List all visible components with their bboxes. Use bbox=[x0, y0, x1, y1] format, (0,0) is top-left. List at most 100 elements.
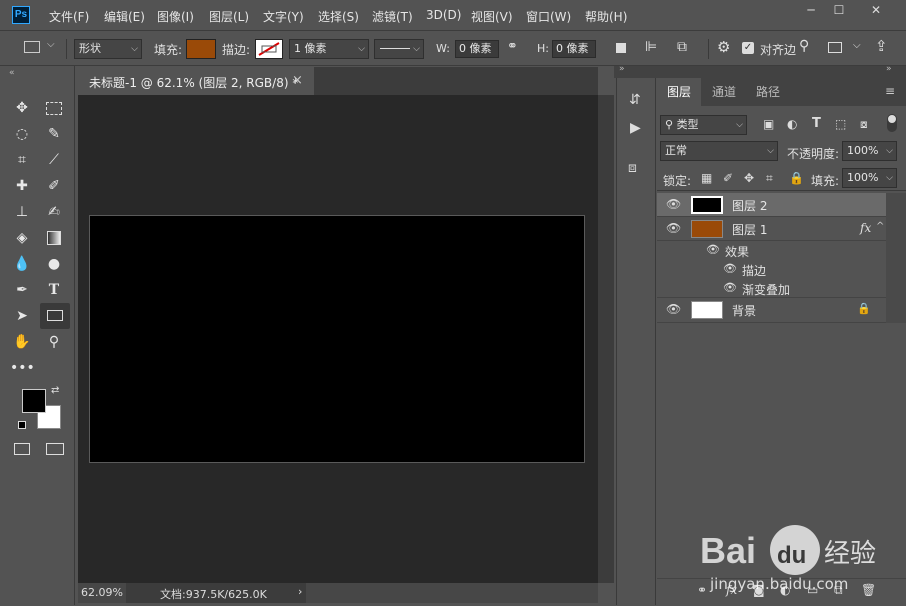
eye-icon[interactable]: 👁 bbox=[723, 262, 737, 275]
chevron-down-icon[interactable]: ⌵ bbox=[47, 39, 55, 50]
fill-field[interactable]: 100% ⌵ bbox=[842, 168, 897, 188]
document-tab[interactable]: 未标题-1 @ 62.1% (图层 2, RGB/8) * × bbox=[78, 67, 314, 95]
menu-layer[interactable]: 图层(L) bbox=[209, 8, 249, 25]
tab-layers[interactable]: 图层 bbox=[657, 78, 701, 106]
lock-image-icon[interactable]: ✐ bbox=[723, 171, 733, 185]
history-icon[interactable]: ⇵ bbox=[629, 92, 641, 108]
minimize-button[interactable]: ─ bbox=[797, 1, 825, 19]
blend-mode-dropdown[interactable]: 正常 ⌵ bbox=[660, 141, 778, 161]
path-arrangement-icon[interactable]: ⧉ bbox=[677, 39, 687, 55]
fill-color-swatch[interactable] bbox=[186, 39, 216, 59]
stroke-type-dropdown[interactable]: ⌵ bbox=[374, 39, 424, 59]
menu-image[interactable]: 图像(I) bbox=[157, 8, 194, 25]
fx-badge[interactable]: fx bbox=[860, 221, 871, 235]
marquee-tool-icon[interactable] bbox=[42, 97, 66, 119]
close-window-button[interactable]: ✕ bbox=[862, 1, 890, 19]
filter-toggle[interactable] bbox=[887, 114, 897, 132]
swap-colors-icon[interactable]: ⇄ bbox=[51, 385, 59, 396]
layer-row-layer1[interactable]: 👁 图层 1 fx ^ bbox=[657, 217, 886, 241]
shape-mode-dropdown[interactable]: 形状 ⌵ bbox=[74, 39, 142, 59]
dodge-tool-icon[interactable]: ● bbox=[42, 253, 66, 275]
default-colors-icon[interactable] bbox=[18, 421, 26, 429]
link-icon[interactable]: ⚭ bbox=[507, 39, 518, 54]
menu-select[interactable]: 选择(S) bbox=[318, 8, 359, 25]
chevron-down-icon[interactable]: ⌵ bbox=[853, 40, 861, 51]
3d-icon[interactable]: ⧈ bbox=[628, 160, 637, 176]
eyedropper-tool-icon[interactable]: ⟋ bbox=[42, 149, 66, 171]
filter-shape-icon[interactable]: ⬚ bbox=[835, 117, 846, 131]
eye-icon[interactable]: 👁 bbox=[666, 221, 681, 235]
vertical-scrollbar[interactable] bbox=[598, 95, 614, 583]
eraser-tool-icon[interactable]: ◈ bbox=[10, 227, 34, 249]
pen-tool-icon[interactable]: ✒ bbox=[10, 279, 34, 301]
brush-tool-icon[interactable]: ✐ bbox=[42, 175, 66, 197]
share-icon[interactable]: ⇪ bbox=[875, 37, 888, 55]
effect-gradient-overlay-row[interactable]: 👁 渐变叠加 bbox=[657, 279, 886, 298]
search-icon[interactable]: ⚲ bbox=[799, 38, 809, 54]
stroke-color-swatch[interactable] bbox=[255, 39, 283, 59]
document-canvas[interactable] bbox=[89, 215, 585, 463]
status-menu-arrow[interactable]: › bbox=[298, 585, 302, 598]
restore-button[interactable]: ☐ bbox=[825, 1, 853, 19]
align-edges-checkbox[interactable]: ✓ bbox=[742, 42, 754, 54]
quick-mask-icon[interactable] bbox=[14, 443, 30, 455]
path-selection-tool-icon[interactable]: ➤ bbox=[10, 305, 34, 327]
gradient-tool-icon[interactable] bbox=[42, 227, 66, 249]
lasso-tool-icon[interactable]: ◌ bbox=[10, 123, 34, 145]
type-tool-icon[interactable]: T bbox=[42, 279, 66, 301]
layers-scrollbar[interactable] bbox=[886, 193, 906, 323]
play-actions-icon[interactable]: ▶ bbox=[630, 120, 641, 136]
chevron-up-icon[interactable]: ^ bbox=[876, 221, 884, 232]
menu-filter[interactable]: 滤镜(T) bbox=[372, 8, 413, 25]
lock-all-icon[interactable]: 🔒 bbox=[789, 171, 804, 185]
move-tool-icon[interactable]: ✥ bbox=[10, 97, 34, 119]
eye-icon[interactable]: 👁 bbox=[706, 243, 720, 256]
path-alignment-icon[interactable]: ⊫ bbox=[645, 39, 657, 55]
stroke-width-dropdown[interactable]: 1 像素 ⌵ bbox=[289, 39, 369, 59]
zoom-level[interactable]: 62.09% bbox=[81, 586, 123, 599]
healing-brush-tool-icon[interactable]: ✚ bbox=[10, 175, 34, 197]
gear-icon[interactable]: ⚙ bbox=[717, 38, 730, 56]
hand-tool-icon[interactable]: ✋ bbox=[10, 331, 34, 353]
layer-row-background[interactable]: 👁 背景 🔒 bbox=[657, 298, 886, 323]
lock-artboard-icon[interactable]: ⌗ bbox=[766, 171, 773, 186]
foreground-color-swatch[interactable] bbox=[22, 389, 46, 413]
menu-view[interactable]: 视图(V) bbox=[471, 8, 513, 25]
eye-icon[interactable]: 👁 bbox=[666, 197, 681, 211]
menu-3d[interactable]: 3D(D) bbox=[426, 8, 461, 22]
width-field[interactable]: 0 像素 bbox=[455, 40, 499, 58]
rectangle-tool-icon[interactable] bbox=[40, 303, 70, 329]
eye-icon[interactable]: 👁 bbox=[666, 302, 681, 316]
filter-smart-object-icon[interactable]: ⧇ bbox=[860, 117, 868, 132]
workspace-icon[interactable] bbox=[828, 42, 842, 53]
panel-menu-icon[interactable]: ≡ bbox=[885, 84, 895, 98]
close-tab-icon[interactable]: × bbox=[292, 73, 303, 88]
history-brush-tool-icon[interactable]: ✍ bbox=[42, 201, 66, 223]
collapse-arrows-icon[interactable]: » bbox=[886, 64, 892, 74]
opacity-field[interactable]: 100% ⌵ bbox=[842, 141, 897, 161]
menu-type[interactable]: 文字(Y) bbox=[263, 8, 304, 25]
edit-toolbar-icon[interactable]: ••• bbox=[10, 357, 35, 379]
rectangle-preset-icon[interactable] bbox=[24, 41, 40, 53]
blur-tool-icon[interactable]: 💧 bbox=[10, 253, 34, 275]
layer-filter-dropdown[interactable]: ⚲ 类型 ⌵ bbox=[660, 115, 747, 135]
eye-icon[interactable]: 👁 bbox=[723, 281, 737, 294]
clone-stamp-tool-icon[interactable]: ⊥ bbox=[10, 201, 34, 223]
menu-help[interactable]: 帮助(H) bbox=[585, 8, 627, 25]
menu-file[interactable]: 文件(F) bbox=[49, 8, 89, 25]
menu-edit[interactable]: 编辑(E) bbox=[104, 8, 145, 25]
tab-paths[interactable]: 路径 bbox=[747, 78, 789, 106]
collapse-arrows-icon[interactable]: « bbox=[9, 68, 15, 78]
screen-mode-icon[interactable] bbox=[46, 443, 64, 455]
crop-tool-icon[interactable]: ⌗ bbox=[10, 149, 34, 171]
path-operations-icon[interactable] bbox=[616, 43, 626, 53]
lock-transparent-icon[interactable]: ▦ bbox=[701, 171, 712, 185]
quick-selection-tool-icon[interactable]: ✎ bbox=[42, 123, 66, 145]
filter-pixel-icon[interactable]: ▣ bbox=[763, 117, 774, 131]
layer-row-layer2[interactable]: 👁 图层 2 bbox=[657, 193, 886, 217]
effect-stroke-row[interactable]: 👁 描边 bbox=[657, 260, 886, 279]
filter-type-icon[interactable]: T bbox=[812, 116, 821, 131]
tab-channels[interactable]: 通道 bbox=[703, 78, 745, 106]
effects-row[interactable]: 👁 效果 bbox=[657, 241, 886, 260]
zoom-tool-icon[interactable]: ⚲ bbox=[42, 331, 66, 353]
